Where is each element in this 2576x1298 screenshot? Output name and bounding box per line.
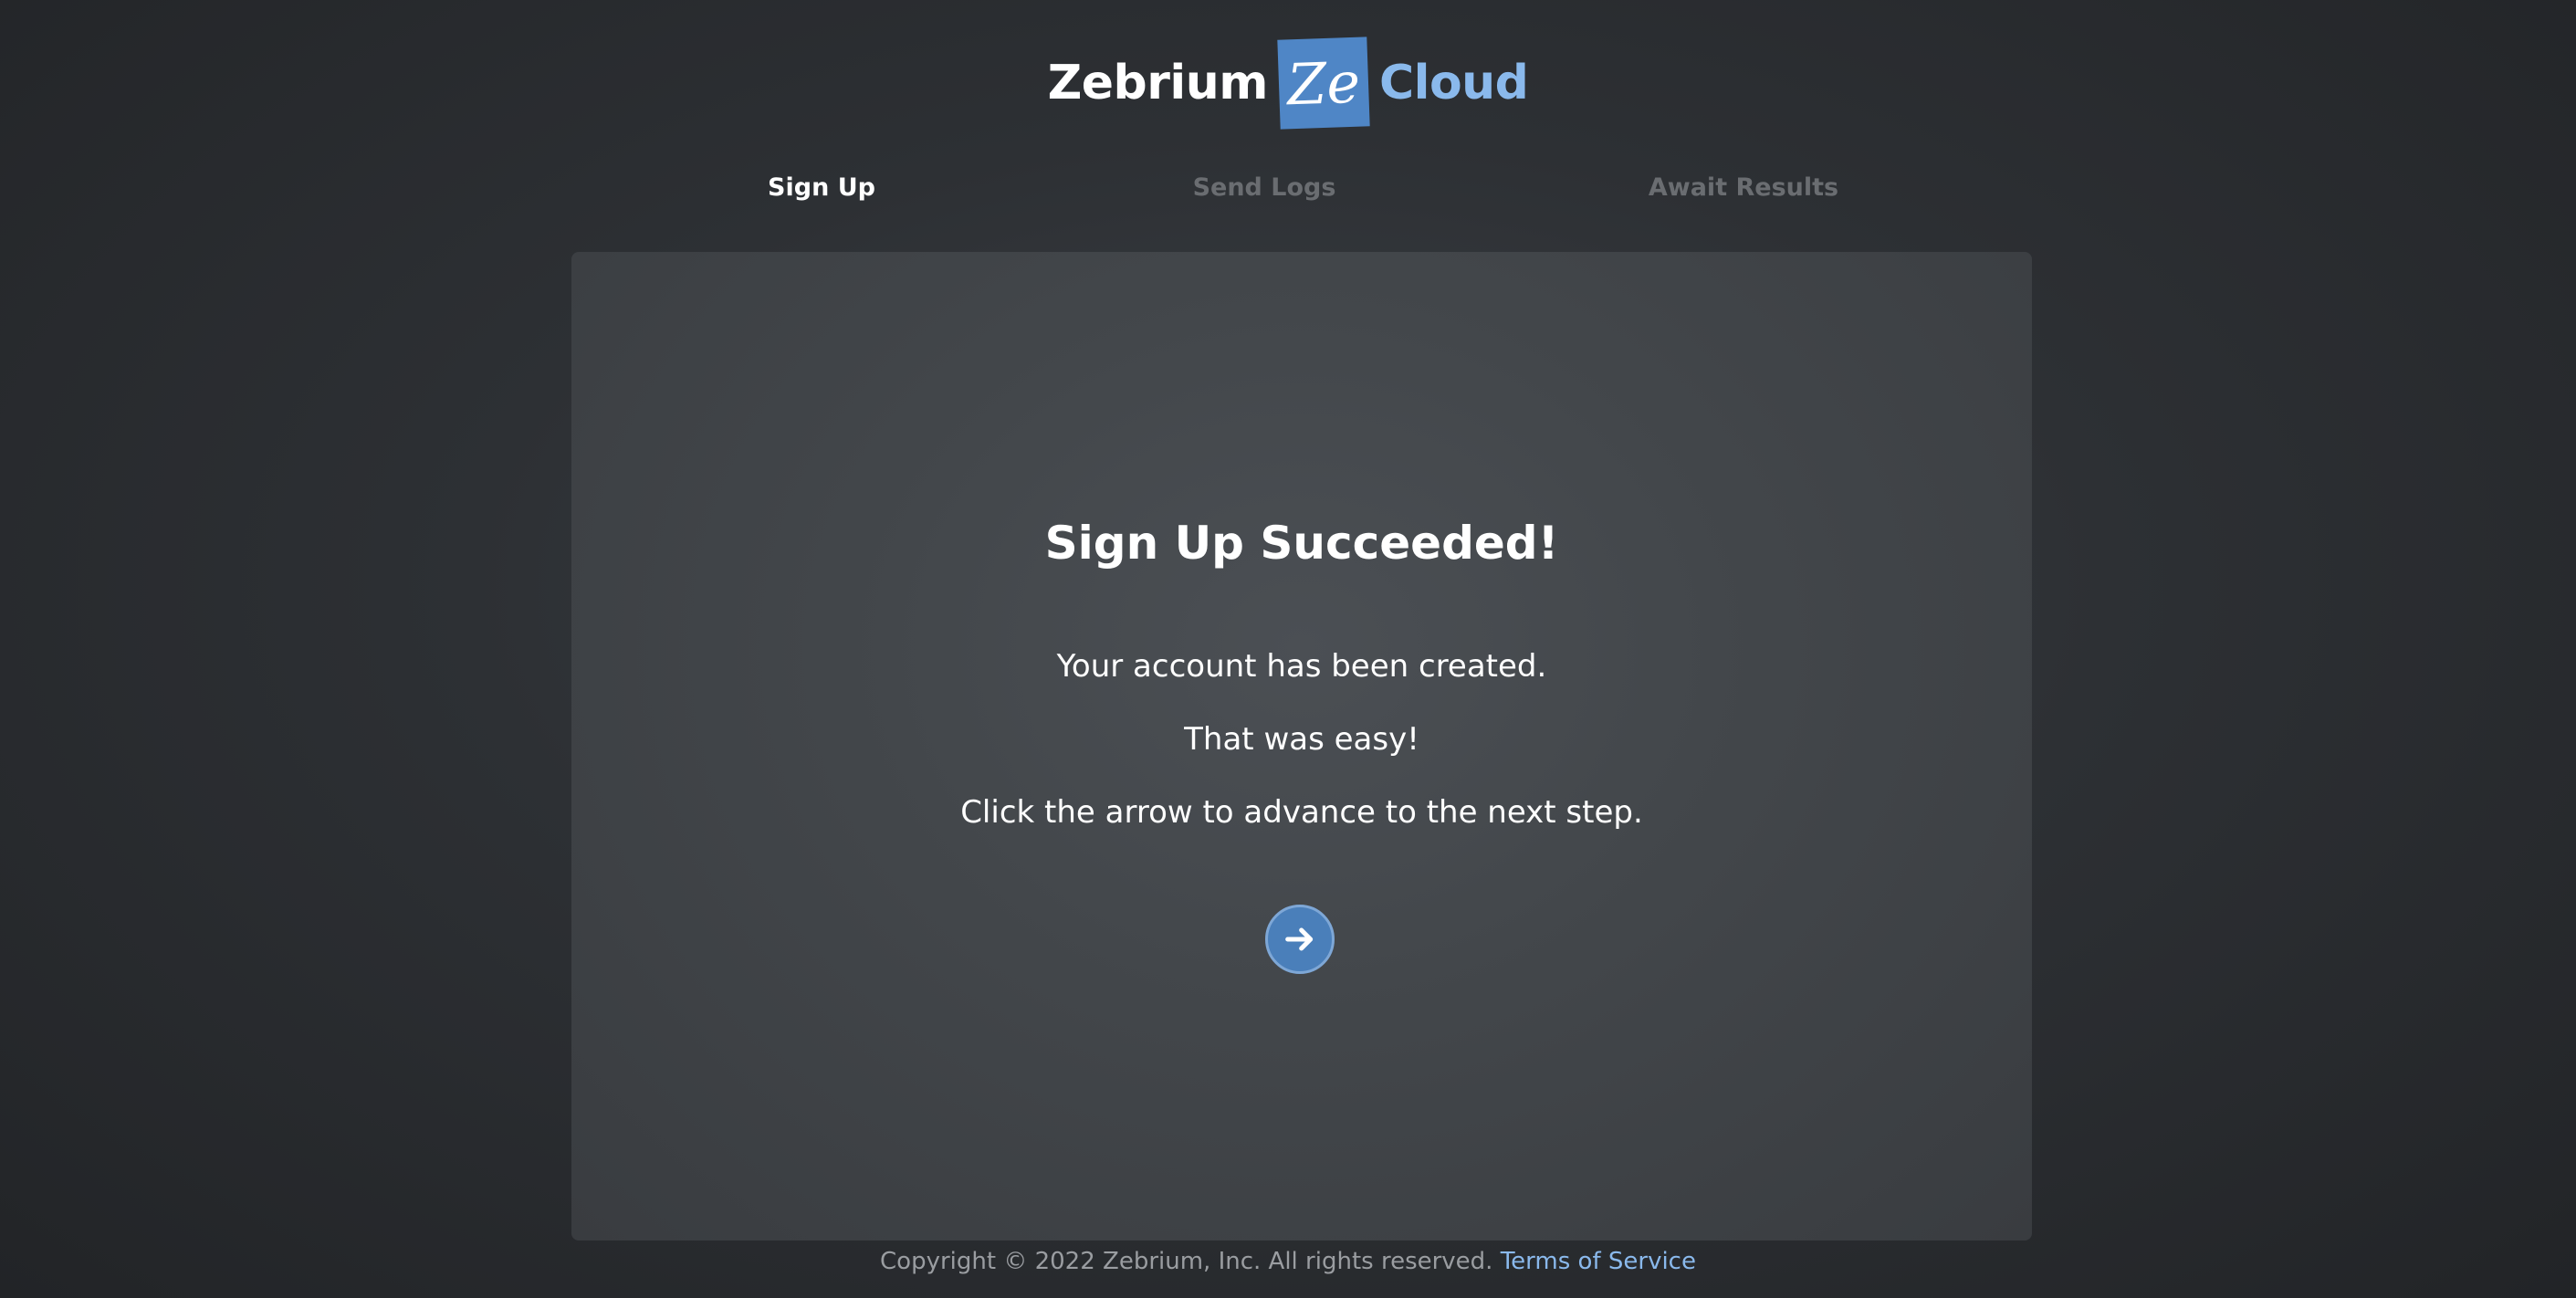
footer: Copyright © 2022 Zebrium, Inc. All right… [0, 1248, 2576, 1275]
logo-mark: Ze [1277, 37, 1370, 130]
easy-text: That was easy! [1184, 721, 1419, 758]
zebrium-cloud-logo: Zebrium Ze Cloud [0, 35, 2576, 131]
account-created-text: Your account has been created. [1056, 648, 1547, 685]
step-send-logs: Send Logs [1192, 173, 1336, 202]
signup-success-card: Sign Up Succeeded! Your account has been… [571, 252, 2032, 1240]
page-title: Sign Up Succeeded! [1044, 517, 1559, 570]
copyright-text: Copyright © 2022 Zebrium, Inc. All right… [880, 1248, 1493, 1275]
terms-of-service-link[interactable]: Terms of Service [1501, 1248, 1696, 1275]
logo-word: Zebrium [1047, 56, 1269, 110]
signup-steps: Sign Up Send Logs Await Results [0, 173, 2576, 217]
step-await-results: Await Results [1648, 173, 1839, 202]
next-step-button[interactable] [1265, 905, 1335, 974]
step-sign-up: Sign Up [768, 173, 875, 202]
instruction-text: Click the arrow to advance to the next s… [960, 794, 1643, 831]
logo-suffix: Cloud [1378, 56, 1529, 110]
arrow-right-icon [1285, 927, 1314, 951]
